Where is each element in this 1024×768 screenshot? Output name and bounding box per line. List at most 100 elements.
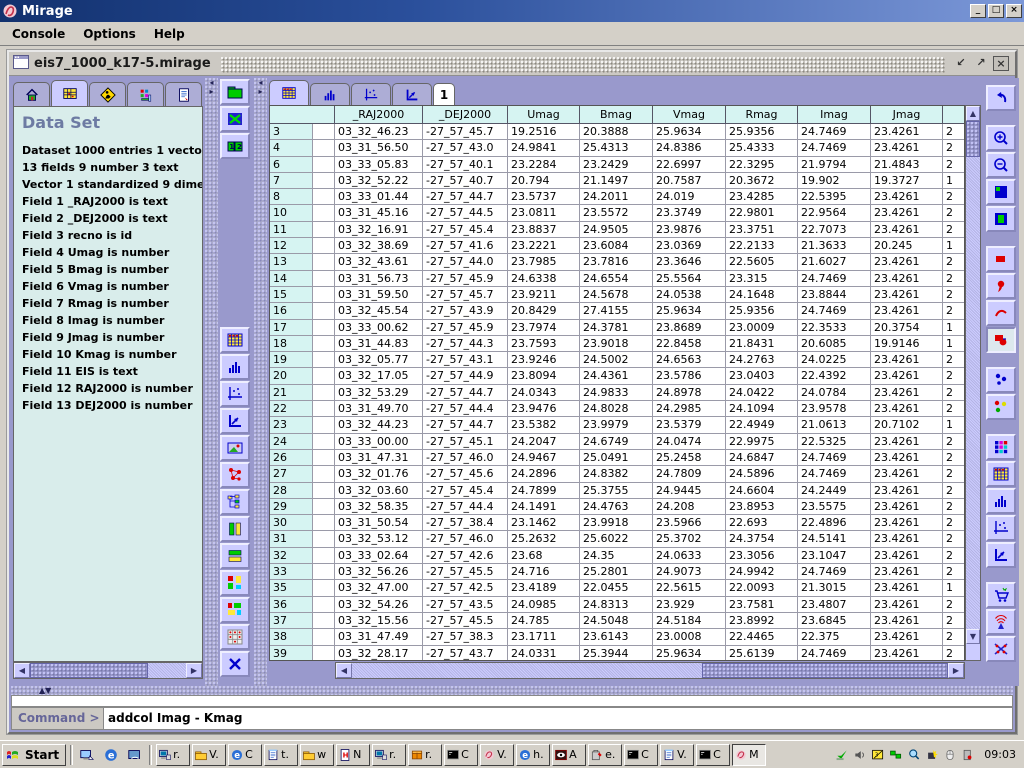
task-button-v[interactable]: V.: [660, 744, 694, 766]
color-dots-button[interactable]: [986, 394, 1016, 420]
table-row[interactable]: 2703_32_01.76-27_57_45.624.289624.838224…: [270, 466, 964, 482]
table-hscrollbar[interactable]: ◀ ▶: [335, 662, 965, 679]
frame-maximize-icon[interactable]: ↗: [973, 56, 989, 71]
table-row[interactable]: 1803_31_44.83-27_57_44.323.759323.901822…: [270, 336, 964, 352]
hbars-button[interactable]: [220, 543, 250, 569]
row-number-cell[interactable]: 17: [270, 320, 313, 336]
tray-speaker[interactable]: [852, 747, 867, 762]
table-row[interactable]: 1103_32_16.91-27_57_45.423.883724.950523…: [270, 222, 964, 238]
red-x-button[interactable]: [986, 636, 1016, 662]
color-squares2-button[interactable]: [220, 597, 250, 623]
table-row[interactable]: 2003_32_17.05-27_57_44.923.809424.436123…: [270, 368, 964, 384]
table-row[interactable]: 2403_33_00.00-27_57_45.124.204724.674924…: [270, 434, 964, 450]
table-row[interactable]: 303_32_46.23-27_57_45.719.251620.388825.…: [270, 124, 964, 140]
column-header[interactable]: [270, 106, 335, 124]
table-row[interactable]: 3503_32_47.00-27_57_42.523.418922.045522…: [270, 580, 964, 596]
tray-network-tray[interactable]: [888, 747, 903, 762]
menu-options[interactable]: Options: [79, 24, 150, 44]
table-grid-button[interactable]: [986, 461, 1016, 487]
close-x-button[interactable]: [220, 651, 250, 677]
tree-button[interactable]: [220, 489, 250, 515]
column-header[interactable]: [943, 106, 965, 124]
row-number-cell[interactable]: 29: [270, 499, 313, 515]
table-vscrollbar[interactable]: ▲ ▼: [965, 105, 981, 661]
view-tab-barchart[interactable]: [310, 83, 350, 105]
scroll-down-icon[interactable]: ▼: [966, 629, 980, 644]
row-number-cell[interactable]: 24: [270, 434, 313, 450]
row-number-cell[interactable]: 6: [270, 157, 313, 173]
table-row[interactable]: 603_33_05.83-27_57_40.123.228423.242922.…: [270, 157, 964, 173]
view-tab-page-1[interactable]: 1: [433, 83, 455, 105]
table-grid-button[interactable]: [220, 327, 250, 353]
menu-console[interactable]: Console: [8, 24, 79, 44]
row-number-cell[interactable]: 31: [270, 531, 313, 547]
task-button-c[interactable]: C: [624, 744, 658, 766]
row-number-cell[interactable]: 32: [270, 548, 313, 564]
table-row[interactable]: 1703_33_00.62-27_57_45.923.797424.378123…: [270, 320, 964, 336]
row-number-cell[interactable]: 39: [270, 646, 313, 662]
square-corner-button[interactable]: [986, 179, 1016, 205]
frame-titlebar[interactable]: eis7_1000_k17-5.mirage ↙ ↗ ×: [9, 52, 1015, 76]
left-tab-document[interactable]: [165, 82, 202, 106]
grid-dots-button[interactable]: [220, 624, 250, 650]
view-tab-table-grid[interactable]: [269, 80, 309, 105]
menu-help[interactable]: Help: [150, 24, 199, 44]
data-table[interactable]: _RAJ2000_DEJ2000UmagBmagVmagRmagImagJmag…: [269, 105, 965, 661]
task-button-c[interactable]: C: [444, 744, 478, 766]
row-number-cell[interactable]: 20: [270, 368, 313, 384]
row-number-cell[interactable]: 11: [270, 222, 313, 238]
zoom-in-button[interactable]: [986, 125, 1016, 151]
scroll-right-icon[interactable]: ▶: [948, 663, 964, 678]
table-row[interactable]: 2803_32_03.60-27_57_45.424.789925.375524…: [270, 483, 964, 499]
antenna-button[interactable]: [986, 609, 1016, 635]
row-number-cell[interactable]: 8: [270, 189, 313, 205]
task-button-a[interactable]: A: [552, 744, 586, 766]
maximize-button[interactable]: □: [988, 4, 1004, 18]
scrollbar-track[interactable]: [966, 157, 980, 629]
red-rect-button[interactable]: [986, 246, 1016, 272]
table-row[interactable]: 3003_31_50.54-27_57_38.423.146223.991823…: [270, 515, 964, 531]
barchart-button[interactable]: [220, 354, 250, 380]
row-number-cell[interactable]: 14: [270, 271, 313, 287]
dataset-panel-hscrollbar[interactable]: ◀ ▶: [13, 662, 203, 679]
row-number-cell[interactable]: 18: [270, 336, 313, 352]
color-squares-button[interactable]: [220, 570, 250, 596]
row-number-cell[interactable]: 36: [270, 597, 313, 613]
left-tab-home[interactable]: [13, 82, 50, 106]
row-number-cell[interactable]: 37: [270, 613, 313, 629]
scrollbar-track[interactable]: [352, 663, 702, 678]
tray-green-arrow[interactable]: [834, 747, 849, 762]
tray-mouse[interactable]: [942, 747, 957, 762]
pixel-grid-button[interactable]: [986, 434, 1016, 460]
table-row[interactable]: 1503_31_59.50-27_57_45.723.921124.567824…: [270, 287, 964, 303]
splitter-bottom[interactable]: ▲▼: [11, 686, 1013, 695]
task-button-c[interactable]: eC: [228, 744, 262, 766]
task-button-h[interactable]: eh.: [516, 744, 550, 766]
frame-close-icon[interactable]: ×: [993, 56, 1009, 71]
task-button-v[interactable]: V.: [192, 744, 226, 766]
row-number-cell[interactable]: 12: [270, 238, 313, 254]
table-row[interactable]: 1003_31_45.16-27_57_44.523.081123.557223…: [270, 205, 964, 221]
task-button-t[interactable]: t.: [264, 744, 298, 766]
folder-button[interactable]: [220, 79, 250, 105]
row-number-cell[interactable]: 3: [270, 124, 313, 140]
tray-cpu[interactable]: [924, 747, 939, 762]
splitter-expand-icon[interactable]: ▸: [254, 87, 267, 96]
row-number-cell[interactable]: 7: [270, 173, 313, 189]
lineplot-button[interactable]: [986, 542, 1016, 568]
red-arc-button[interactable]: [986, 300, 1016, 326]
row-number-cell[interactable]: 15: [270, 287, 313, 303]
row-number-cell[interactable]: 21: [270, 385, 313, 401]
cart-button[interactable]: [986, 582, 1016, 608]
red-comma-button[interactable]: [986, 273, 1016, 299]
minimize-button[interactable]: _: [970, 4, 986, 18]
splitter-expand-icon[interactable]: ▸: [205, 87, 218, 96]
table-row[interactable]: 3103_32_53.12-27_57_46.025.263225.602225…: [270, 531, 964, 547]
scroll-left-icon[interactable]: ◀: [14, 663, 30, 678]
table-row[interactable]: 3703_32_15.56-27_57_45.524.78524.504824.…: [270, 613, 964, 629]
splitter-updown-icons[interactable]: ▲▼: [39, 686, 51, 695]
column-header-imag[interactable]: Imag: [798, 106, 871, 124]
splitter-mid[interactable]: ◂ ▸: [254, 78, 267, 686]
tray-recorder[interactable]: [960, 747, 975, 762]
column-header-raj2000[interactable]: _RAJ2000: [335, 106, 423, 124]
